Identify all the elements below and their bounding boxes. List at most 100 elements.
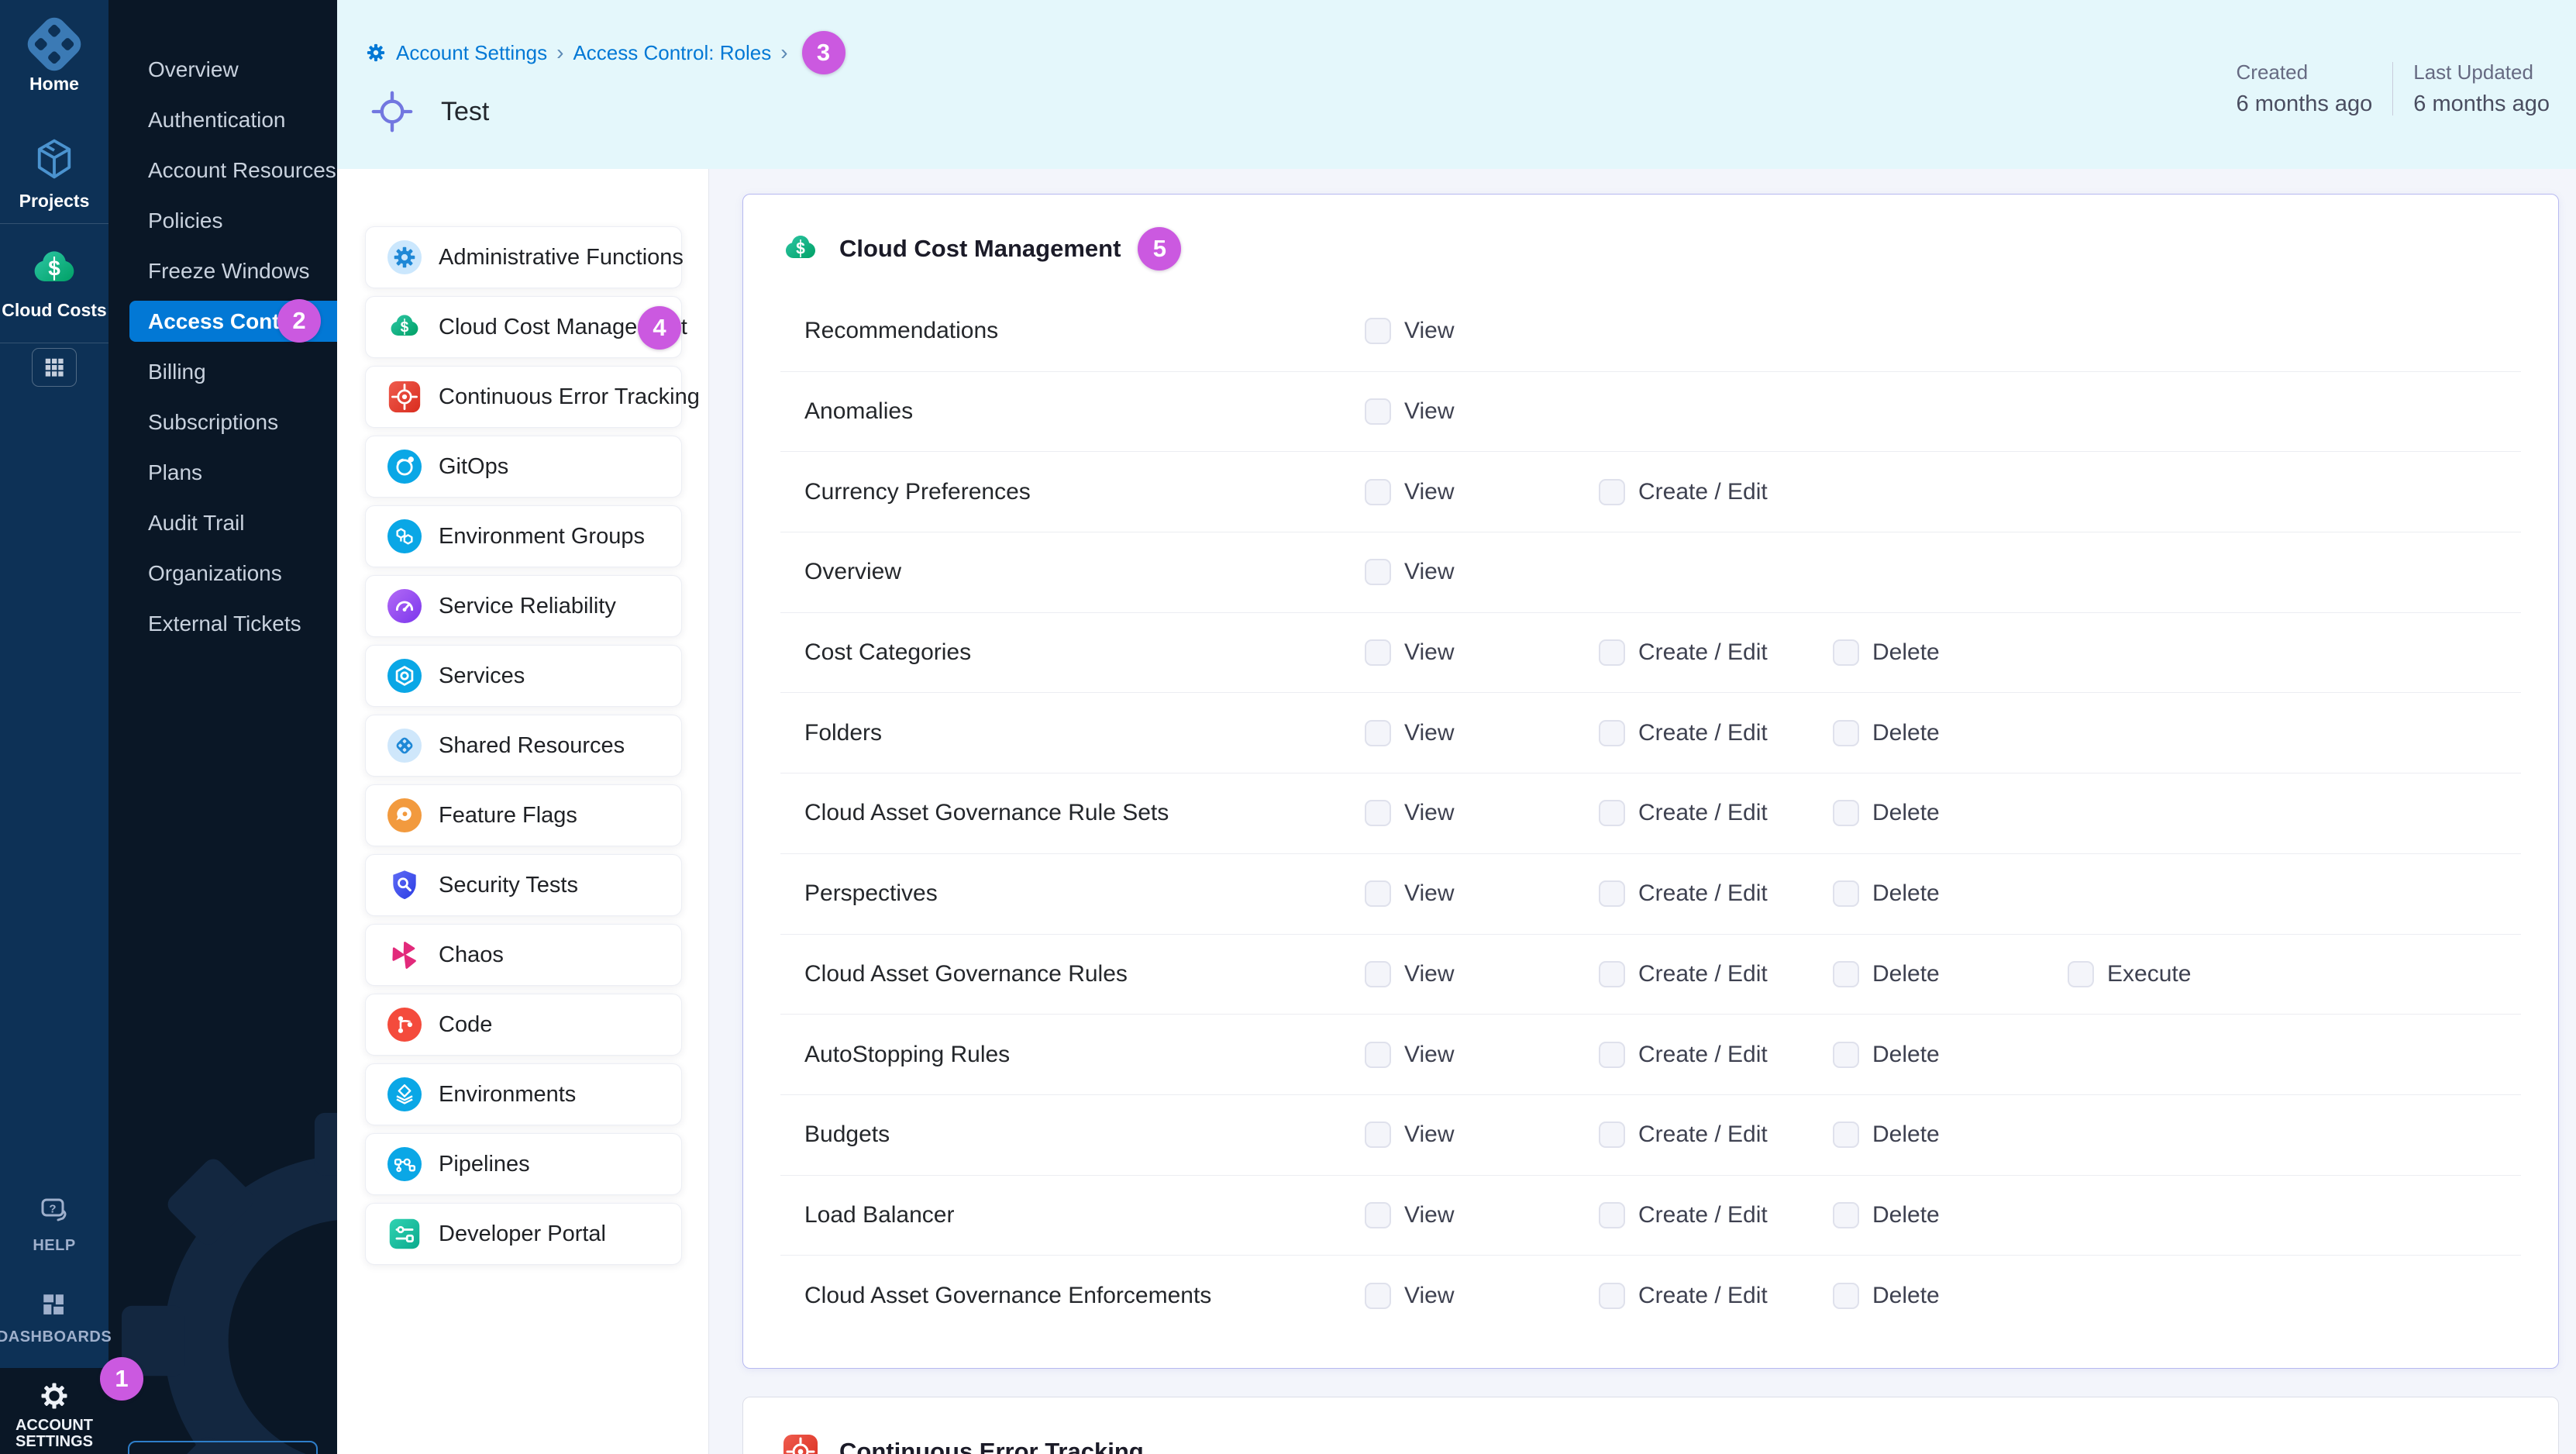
permission-view-overview[interactable]: View xyxy=(1365,559,1454,585)
checkbox-view[interactable] xyxy=(1365,1122,1391,1148)
checkbox-delete[interactable] xyxy=(1833,1202,1859,1228)
permission-create-cost-categories[interactable]: Create / Edit xyxy=(1599,639,1768,666)
permission-delete-cloud-asset-governance-rule-sets[interactable]: Delete xyxy=(1833,800,1940,826)
permission-create-cloud-asset-governance-enforcements[interactable]: Create / Edit xyxy=(1599,1283,1768,1309)
permission-view-folders[interactable]: View xyxy=(1365,720,1454,746)
checkbox-delete[interactable] xyxy=(1833,961,1859,987)
module-card-developer-portal[interactable]: Developer Portal xyxy=(365,1203,682,1265)
rail-item-dashboards[interactable]: DASHBOARDS xyxy=(0,1288,108,1346)
rail-item-help[interactable]: ? HELP xyxy=(0,1194,108,1255)
module-card-security-tests[interactable]: Security Tests xyxy=(365,854,682,916)
settings-nav-item-subscriptions[interactable]: Subscriptions xyxy=(129,397,337,447)
module-card-feature-flags[interactable]: Feature Flags xyxy=(365,784,682,846)
checkbox-delete[interactable] xyxy=(1833,880,1859,907)
checkbox-view[interactable] xyxy=(1365,559,1391,585)
module-card-cloud-cost-management[interactable]: $ Cloud Cost Management 4 xyxy=(365,296,682,358)
checkbox-view[interactable] xyxy=(1365,398,1391,425)
checkbox-delete[interactable] xyxy=(1833,1283,1859,1309)
settings-nav-item-plans[interactable]: Plans xyxy=(129,447,337,498)
permission-delete-perspectives[interactable]: Delete xyxy=(1833,880,1940,907)
checkbox-view[interactable] xyxy=(1365,880,1391,907)
checkbox-create[interactable] xyxy=(1599,880,1625,907)
checkbox-view[interactable] xyxy=(1365,961,1391,987)
module-card-administrative-functions[interactable]: Administrative Functions xyxy=(365,226,682,288)
checkbox-create[interactable] xyxy=(1599,720,1625,746)
module-card-continuous-error-tracking[interactable]: Continuous Error Tracking xyxy=(365,366,682,428)
checkbox-view[interactable] xyxy=(1365,800,1391,826)
module-card-gitops[interactable]: GitOps xyxy=(365,436,682,498)
checkbox-create[interactable] xyxy=(1599,961,1625,987)
settings-nav-item-policies[interactable]: Policies xyxy=(129,195,337,246)
permission-view-anomalies[interactable]: View xyxy=(1365,398,1454,425)
checkbox-view[interactable] xyxy=(1365,1202,1391,1228)
permission-execute-cloud-asset-governance-rules[interactable]: Execute xyxy=(2068,961,2191,987)
settings-nav-item-freeze-windows[interactable]: Freeze Windows xyxy=(129,246,337,296)
settings-nav-item-organizations[interactable]: Organizations xyxy=(129,548,337,598)
rail-item-cloud-costs[interactable]: $ Cloud Costs xyxy=(0,223,108,343)
module-picker-button[interactable] xyxy=(32,348,77,387)
settings-nav-item-account-resources[interactable]: Account Resources xyxy=(129,145,337,195)
rail-item-projects[interactable]: Projects xyxy=(0,133,108,212)
checkbox-view[interactable] xyxy=(1365,639,1391,666)
permission-view-cloud-asset-governance-enforcements[interactable]: View xyxy=(1365,1283,1454,1309)
permission-view-currency-preferences[interactable]: View xyxy=(1365,479,1454,505)
permission-view-budgets[interactable]: View xyxy=(1365,1122,1454,1148)
permission-create-currency-preferences[interactable]: Create / Edit xyxy=(1599,479,1768,505)
settings-nav-item-billing[interactable]: Billing xyxy=(129,346,337,397)
module-card-shared-resources[interactable]: Shared Resources xyxy=(365,715,682,777)
module-card-services[interactable]: Services xyxy=(365,645,682,707)
checkbox-delete[interactable] xyxy=(1833,1042,1859,1068)
permission-delete-load-balancer[interactable]: Delete xyxy=(1833,1202,1940,1228)
settings-nav-item-access-control[interactable]: Access Control2 xyxy=(129,296,337,346)
breadcrumb-link-account-settings[interactable]: Account Settings xyxy=(396,41,547,65)
rail-item-home[interactable]: Home xyxy=(0,9,108,95)
permission-delete-cloud-asset-governance-enforcements[interactable]: Delete xyxy=(1833,1283,1940,1309)
settings-nav-item-audit-trail[interactable]: Audit Trail xyxy=(129,498,337,548)
permission-view-recommendations[interactable]: View xyxy=(1365,318,1454,344)
module-card-code[interactable]: Code xyxy=(365,994,682,1056)
checkbox-create[interactable] xyxy=(1599,800,1625,826)
module-card-environment-groups[interactable]: Environment Groups xyxy=(365,505,682,567)
permission-delete-folders[interactable]: Delete xyxy=(1833,720,1940,746)
permission-create-autostopping-rules[interactable]: Create / Edit xyxy=(1599,1042,1768,1068)
module-card-service-reliability[interactable]: Service Reliability xyxy=(365,575,682,637)
permission-view-perspectives[interactable]: View xyxy=(1365,880,1454,907)
checkbox-view[interactable] xyxy=(1365,720,1391,746)
checkbox-create[interactable] xyxy=(1599,1283,1625,1309)
permission-view-cost-categories[interactable]: View xyxy=(1365,639,1454,666)
permission-view-cloud-asset-governance-rules[interactable]: View xyxy=(1365,961,1454,987)
rail-item-account-settings[interactable]: ACCOUNTSETTINGS xyxy=(0,1368,108,1454)
checkbox-delete[interactable] xyxy=(1833,800,1859,826)
settings-nav-item-overview[interactable]: Overview xyxy=(129,44,337,95)
checkbox-create[interactable] xyxy=(1599,479,1625,505)
settings-nav-item-external-tickets[interactable]: External Tickets xyxy=(129,598,337,649)
permission-delete-cloud-asset-governance-rules[interactable]: Delete xyxy=(1833,961,1940,987)
checkbox-create[interactable] xyxy=(1599,1042,1625,1068)
checkbox-create[interactable] xyxy=(1599,1202,1625,1228)
module-card-chaos[interactable]: Chaos xyxy=(365,924,682,986)
checkbox-delete[interactable] xyxy=(1833,720,1859,746)
checkbox-view[interactable] xyxy=(1365,1283,1391,1309)
checkbox-view[interactable] xyxy=(1365,1042,1391,1068)
permission-create-budgets[interactable]: Create / Edit xyxy=(1599,1122,1768,1148)
permission-view-load-balancer[interactable]: View xyxy=(1365,1202,1454,1228)
checkbox-create[interactable] xyxy=(1599,639,1625,666)
permission-view-autostopping-rules[interactable]: View xyxy=(1365,1042,1454,1068)
checkbox-execute[interactable] xyxy=(2068,961,2094,987)
permission-delete-budgets[interactable]: Delete xyxy=(1833,1122,1940,1148)
permission-create-load-balancer[interactable]: Create / Edit xyxy=(1599,1202,1768,1228)
permission-delete-cost-categories[interactable]: Delete xyxy=(1833,639,1940,666)
checkbox-view[interactable] xyxy=(1365,318,1391,344)
checkbox-delete[interactable] xyxy=(1833,1122,1859,1148)
permission-delete-autostopping-rules[interactable]: Delete xyxy=(1833,1042,1940,1068)
permission-create-cloud-asset-governance-rules[interactable]: Create / Edit xyxy=(1599,961,1768,987)
module-card-environments[interactable]: Environments xyxy=(365,1063,682,1125)
checkbox-create[interactable] xyxy=(1599,1122,1625,1148)
settings-nav-item-authentication[interactable]: Authentication xyxy=(129,95,337,145)
permission-create-folders[interactable]: Create / Edit xyxy=(1599,720,1768,746)
permissions-scroll-area[interactable]: $ Cloud Cost Management 5 Recommendation… xyxy=(709,169,2576,1454)
breadcrumb-link-access-control-roles[interactable]: Access Control: Roles xyxy=(573,41,771,65)
new-nav-promo-box[interactable] xyxy=(128,1441,318,1454)
checkbox-view[interactable] xyxy=(1365,479,1391,505)
permission-create-perspectives[interactable]: Create / Edit xyxy=(1599,880,1768,907)
